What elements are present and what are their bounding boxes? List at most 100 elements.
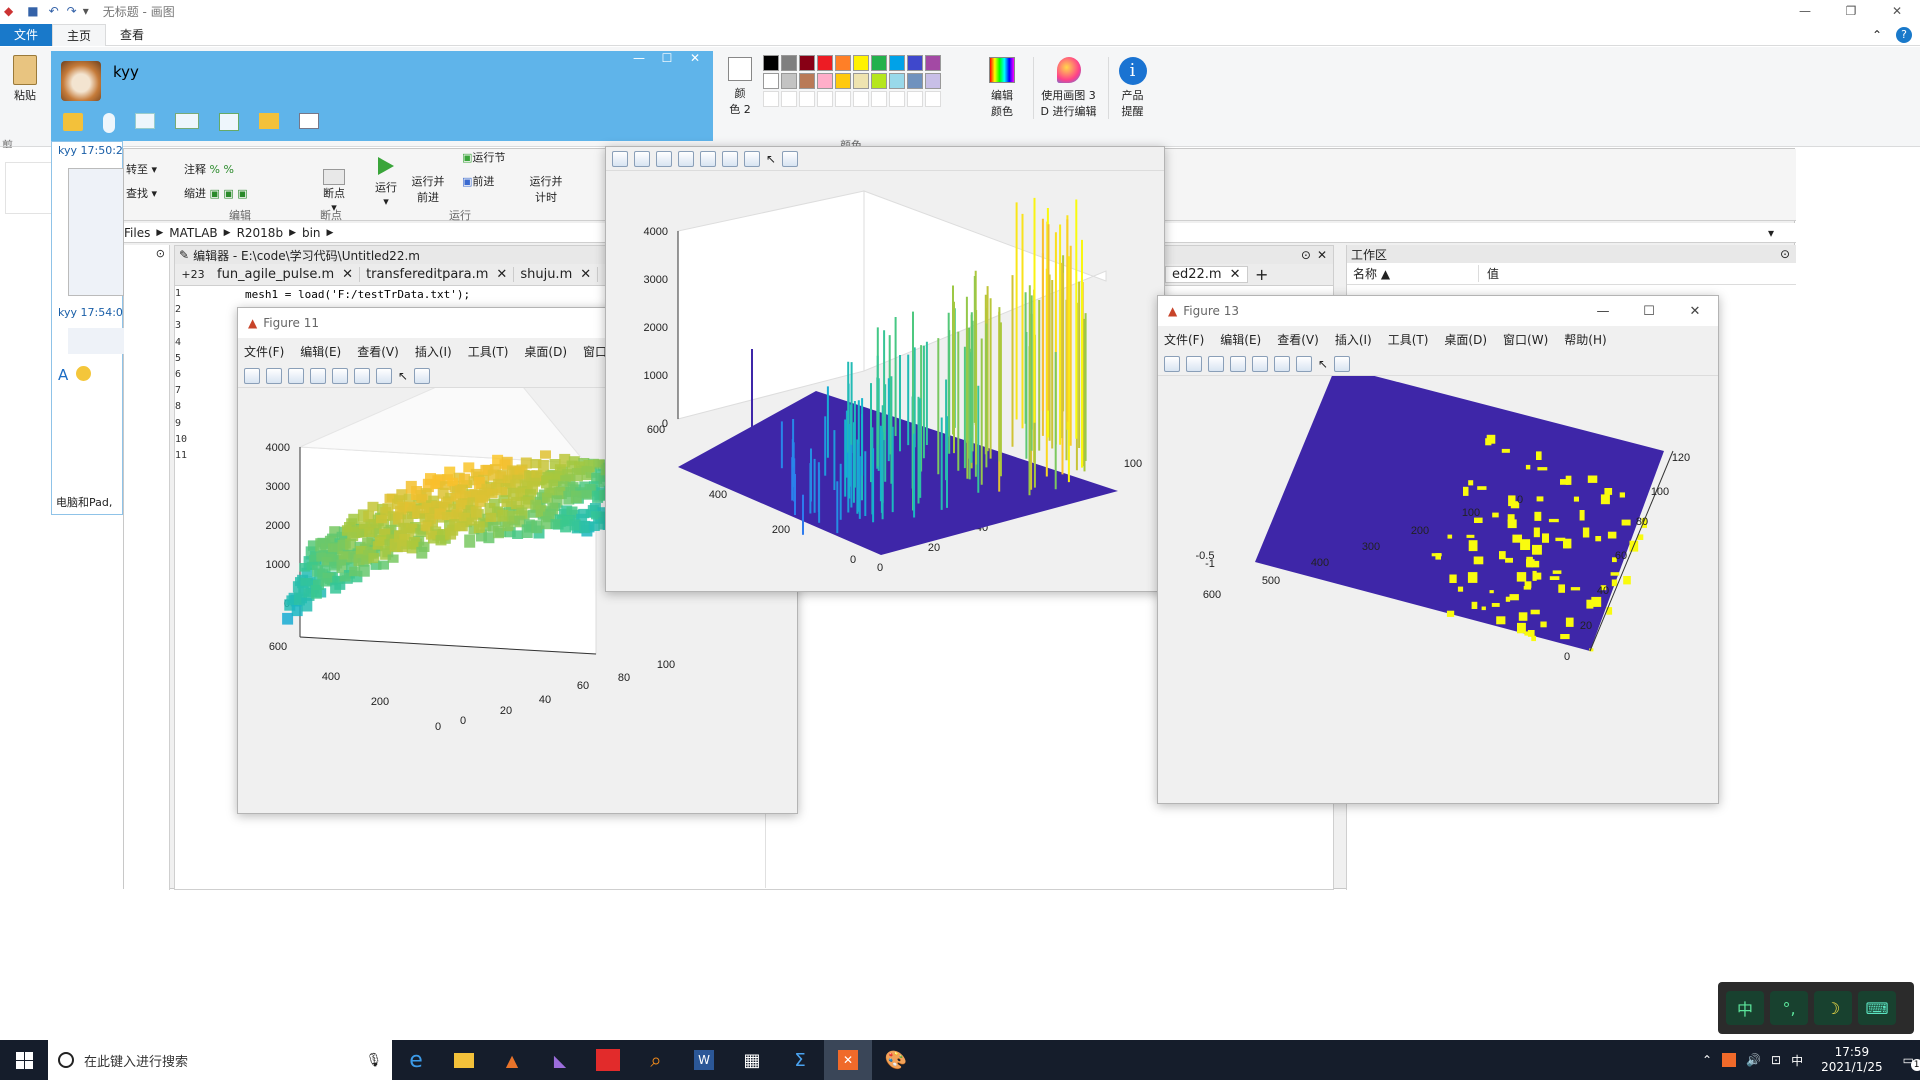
open-icon[interactable] bbox=[266, 367, 282, 384]
palette-swatch[interactable] bbox=[799, 55, 815, 71]
screen-share-icon[interactable] bbox=[135, 113, 155, 129]
menu-item[interactable]: 查看(V) bbox=[1277, 331, 1319, 348]
minimize-icon[interactable]: — bbox=[1580, 296, 1626, 326]
color2-button[interactable]: 颜 色 2 bbox=[725, 57, 755, 117]
undo-icon[interactable]: ↶ bbox=[49, 4, 59, 18]
close-icon[interactable]: ✕ bbox=[1874, 4, 1920, 18]
calculator-icon[interactable]: ▦ bbox=[728, 1040, 776, 1080]
paste-button[interactable]: 粘贴 bbox=[8, 55, 42, 103]
menu-item[interactable]: 插入(I) bbox=[415, 343, 452, 360]
palette-swatch-empty[interactable] bbox=[817, 91, 833, 107]
search-app-icon[interactable]: ⌕ bbox=[632, 1040, 680, 1080]
editor-tab-active[interactable]: ed22.m ✕ bbox=[1165, 266, 1248, 283]
palette-swatch[interactable] bbox=[781, 55, 797, 71]
paint-canvas[interactable] bbox=[5, 162, 53, 214]
menu-item[interactable]: 插入(I) bbox=[1335, 331, 1372, 348]
menu-item[interactable]: 编辑(E) bbox=[1220, 331, 1261, 348]
palette-swatch-empty[interactable] bbox=[799, 91, 815, 107]
print-icon[interactable] bbox=[310, 367, 326, 384]
property-editor-icon[interactable] bbox=[414, 367, 431, 384]
menu-item[interactable]: 文件(F) bbox=[1164, 331, 1204, 348]
save-icon[interactable] bbox=[288, 367, 304, 384]
minimize-icon[interactable]: — bbox=[1782, 4, 1828, 18]
figure-mid-axes[interactable]: 400030002000100006004002000020406080100 bbox=[606, 171, 1164, 591]
notification-center[interactable]: ▭ 1 bbox=[1903, 1053, 1920, 1071]
youdao-icon[interactable] bbox=[584, 1040, 632, 1080]
xmind-icon[interactable]: ✕ bbox=[824, 1040, 872, 1080]
new-figure-icon[interactable] bbox=[244, 367, 260, 384]
clock[interactable]: 17:59 2021/1/25 bbox=[1821, 1045, 1883, 1075]
message-image-thumbnail[interactable] bbox=[68, 328, 124, 354]
legend-icon[interactable] bbox=[744, 150, 760, 167]
font-icon[interactable]: A bbox=[58, 366, 68, 384]
palette-swatch[interactable] bbox=[907, 55, 923, 71]
palette-swatch[interactable] bbox=[835, 55, 851, 71]
property-editor-icon[interactable] bbox=[1334, 355, 1351, 372]
print-icon[interactable] bbox=[1230, 355, 1246, 372]
palette-swatch[interactable] bbox=[889, 73, 905, 89]
emoji-icon[interactable] bbox=[76, 366, 92, 381]
palette-swatch-empty[interactable] bbox=[781, 91, 797, 107]
remote-desktop-icon[interactable] bbox=[175, 113, 199, 129]
palette-swatch[interactable] bbox=[763, 55, 779, 71]
tab-view[interactable]: 查看 bbox=[106, 26, 158, 43]
save-icon[interactable] bbox=[1208, 355, 1224, 372]
path-dropdown-icon[interactable]: ▾ bbox=[1768, 226, 1774, 240]
palette-swatch-empty[interactable] bbox=[835, 91, 851, 107]
visual-studio-icon[interactable]: ◣ bbox=[536, 1040, 584, 1080]
network-icon[interactable]: ⊡ bbox=[1771, 1053, 1781, 1067]
xmind-tray-icon[interactable] bbox=[1722, 1053, 1737, 1067]
minimize-icon[interactable]: — bbox=[625, 51, 653, 65]
figure-13-axes[interactable]: -0.5-16005004003002001000020406080100120 bbox=[1158, 376, 1718, 803]
taskbar-search[interactable]: 在此键入进行搜索 🎙 bbox=[48, 1040, 392, 1080]
message-image-thumbnail[interactable] bbox=[68, 168, 124, 296]
ribbon-collapse-icon[interactable]: ⌃ bbox=[1872, 28, 1882, 42]
palette-swatch[interactable] bbox=[871, 55, 887, 71]
close-icon[interactable]: ✕ bbox=[1672, 296, 1718, 326]
colorbar-icon[interactable] bbox=[354, 367, 370, 384]
new-figure-icon[interactable] bbox=[612, 150, 628, 167]
open-icon[interactable] bbox=[634, 150, 650, 167]
palette-swatch[interactable] bbox=[817, 73, 833, 89]
avatar[interactable] bbox=[61, 61, 101, 101]
palette-swatch[interactable] bbox=[925, 55, 941, 71]
palette-swatch[interactable] bbox=[853, 55, 869, 71]
palette-swatch-empty[interactable] bbox=[763, 91, 779, 107]
start-button[interactable] bbox=[0, 1040, 48, 1080]
new-figure-icon[interactable] bbox=[1164, 355, 1180, 372]
ime-punct-mode[interactable]: °, bbox=[1770, 991, 1808, 1025]
palette-swatch[interactable] bbox=[817, 55, 833, 71]
palette-swatch[interactable] bbox=[853, 73, 869, 89]
menu-item[interactable]: 工具(T) bbox=[1388, 331, 1429, 348]
tray-overflow-icon[interactable]: ⌃ bbox=[1702, 1053, 1712, 1067]
palette-swatch-empty[interactable] bbox=[925, 91, 941, 107]
print-icon[interactable] bbox=[678, 150, 694, 167]
palette-swatch-empty[interactable] bbox=[907, 91, 923, 107]
palette-swatch[interactable] bbox=[763, 73, 779, 89]
tab-home[interactable]: 主页 bbox=[52, 23, 107, 46]
colorbar-icon[interactable] bbox=[1274, 355, 1290, 372]
volume-icon[interactable]: 🔊 bbox=[1746, 1053, 1761, 1067]
file-explorer-icon[interactable] bbox=[440, 1040, 488, 1080]
qat-dropdown-icon[interactable]: ▾ bbox=[83, 4, 89, 18]
palette-swatch[interactable] bbox=[799, 73, 815, 89]
paint3d-button[interactable]: 使用画图 3 D 进行编辑 bbox=[1033, 57, 1103, 119]
palette-swatch[interactable] bbox=[925, 73, 941, 89]
edge-icon[interactable]: e bbox=[392, 1040, 440, 1080]
file-transfer-icon[interactable] bbox=[63, 113, 83, 131]
paint-icon[interactable]: 🎨 bbox=[872, 1040, 920, 1080]
palette-swatch-empty[interactable] bbox=[871, 91, 887, 107]
ime-keyboard-mode[interactable]: ⌨ bbox=[1858, 991, 1896, 1025]
palette-swatch[interactable] bbox=[907, 73, 923, 89]
ws-col-value[interactable]: 值 bbox=[1479, 265, 1499, 282]
menu-item[interactable]: 桌面(D) bbox=[524, 343, 567, 360]
link-icon[interactable] bbox=[332, 367, 348, 384]
powershell-icon[interactable]: Σ bbox=[776, 1040, 824, 1080]
maximize-icon[interactable]: ☐ bbox=[1626, 296, 1672, 326]
ime-indicator[interactable]: 中 bbox=[1791, 1052, 1803, 1069]
microphone-icon[interactable] bbox=[103, 113, 115, 133]
save-icon[interactable] bbox=[656, 150, 672, 167]
link-icon[interactable] bbox=[1252, 355, 1268, 372]
pointer-icon[interactable]: ↖ bbox=[1318, 357, 1328, 371]
save-icon[interactable]: ■ bbox=[27, 4, 38, 18]
